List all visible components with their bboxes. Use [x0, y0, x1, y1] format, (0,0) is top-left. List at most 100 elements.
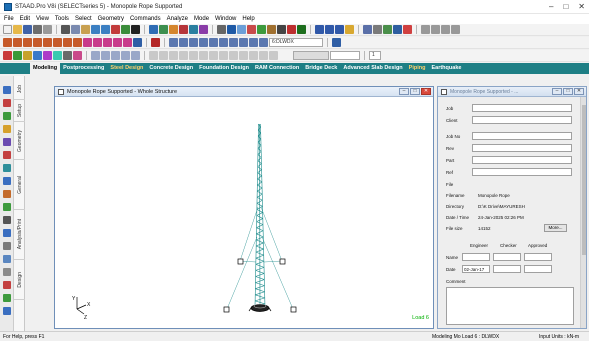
paste-icon[interactable] [81, 25, 90, 34]
magnify-icon[interactable] [159, 25, 168, 34]
beam-icon[interactable] [383, 25, 392, 34]
checker-date-field[interactable] [493, 265, 521, 273]
panel-minimize-button[interactable]: – [552, 88, 562, 95]
rotate-geometry-icon[interactable] [179, 51, 188, 60]
report-tool-icon[interactable] [2, 242, 11, 250]
table-icon[interactable] [227, 25, 236, 34]
tab-ram-connection[interactable]: RAM Connection [252, 63, 302, 74]
node-pick-icon[interactable] [83, 38, 92, 47]
rotate-icon[interactable] [199, 25, 208, 34]
rotate-down-icon[interactable] [53, 51, 62, 60]
tab-general[interactable]: General [14, 160, 25, 210]
copy-icon[interactable] [71, 25, 80, 34]
dynamic-zoom-icon[interactable] [179, 25, 188, 34]
add-plate-icon[interactable] [209, 51, 218, 60]
client-field[interactable] [472, 116, 572, 124]
rotate-left-icon[interactable] [63, 51, 72, 60]
panel-maximize-button[interactable]: □ [563, 88, 573, 95]
grid-icon[interactable] [237, 25, 246, 34]
plate-pick-icon[interactable] [103, 38, 112, 47]
panel-close-button[interactable]: ✕ [574, 88, 584, 95]
filter-icon[interactable] [393, 25, 402, 34]
view-from-y-icon[interactable] [13, 51, 22, 60]
print-icon[interactable] [33, 25, 42, 34]
view-tool-icon[interactable] [2, 307, 11, 315]
add-solid-tool-icon[interactable] [2, 125, 11, 133]
property-tool-icon[interactable] [2, 151, 11, 159]
tab-design[interactable]: Design [14, 260, 25, 300]
load-case-select[interactable]: 6:DLWDX [269, 38, 323, 47]
redo-icon[interactable] [101, 25, 110, 34]
rev-field[interactable] [472, 144, 572, 152]
load-tool-icon[interactable] [2, 177, 11, 185]
material-tool-icon[interactable] [2, 190, 11, 198]
ref-field[interactable] [472, 168, 572, 176]
translational-repeat-icon[interactable] [149, 51, 158, 60]
tab-piping[interactable]: Piping [406, 63, 429, 74]
tab-modeling[interactable]: Modeling [30, 63, 61, 74]
merge-icon[interactable] [229, 51, 238, 60]
tab-advanced-slab-design[interactable]: Advanced Slab Design [340, 63, 405, 74]
undo-icon[interactable] [91, 25, 100, 34]
view-back-icon[interactable] [121, 51, 130, 60]
cut-icon[interactable] [61, 25, 70, 34]
open-folder-icon[interactable] [13, 25, 22, 34]
spec-tool-icon[interactable] [2, 203, 11, 211]
solid-section-icon[interactable] [335, 25, 344, 34]
member-cursor-icon[interactable] [73, 38, 82, 47]
tab-geometry[interactable]: Geometry [14, 122, 25, 160]
zoom-all-icon[interactable] [229, 38, 238, 47]
node-icon[interactable] [373, 25, 382, 34]
menu-edit[interactable]: Edit [20, 16, 30, 22]
surfaces-cursor-icon[interactable] [43, 38, 52, 47]
circular-repeat-icon[interactable] [159, 51, 168, 60]
model-options-icon[interactable] [332, 38, 341, 47]
result-tool-icon[interactable] [2, 281, 11, 289]
menu-help[interactable]: Help [242, 16, 254, 22]
mirror-icon[interactable] [169, 51, 178, 60]
physical-members-cursor-icon[interactable] [63, 38, 72, 47]
view-maximize-button[interactable]: □ [410, 88, 420, 95]
comment-field[interactable] [446, 287, 574, 325]
table-tool-icon[interactable] [2, 255, 11, 263]
spin-right-icon[interactable] [101, 51, 110, 60]
dynamic-view-icon[interactable] [239, 38, 248, 47]
minimize-button[interactable]: – [549, 2, 553, 11]
menu-commands[interactable]: Commands [130, 16, 161, 22]
highlight-select-icon[interactable] [151, 38, 160, 47]
view-close-button[interactable]: ✕ [421, 88, 431, 95]
geometry-cursor-icon[interactable] [53, 38, 62, 47]
engineer-name-field[interactable] [462, 253, 490, 261]
open-view-icon[interactable] [217, 25, 226, 34]
zoom-out-icon[interactable] [179, 38, 188, 47]
scale-box[interactable] [293, 51, 329, 60]
design-tool-icon[interactable] [2, 229, 11, 237]
close-button[interactable]: ✕ [578, 2, 585, 11]
increment-box[interactable] [330, 51, 360, 60]
flag-icon[interactable] [403, 25, 412, 34]
menu-geometry[interactable]: Geometry [98, 16, 124, 22]
menu-file[interactable]: File [4, 16, 14, 22]
view-from-x-icon[interactable] [3, 51, 12, 60]
table-3-icon[interactable] [441, 25, 450, 34]
solid-pick-icon[interactable] [113, 38, 122, 47]
zoom-selection-icon[interactable] [209, 38, 218, 47]
display-whole-icon[interactable] [189, 25, 198, 34]
view-from-z-icon[interactable] [23, 51, 32, 60]
table-2-icon[interactable] [431, 25, 440, 34]
table-1-icon[interactable] [421, 25, 430, 34]
beams-cursor-icon[interactable] [13, 38, 22, 47]
tab-job[interactable]: Job [14, 80, 25, 100]
connect-beams-icon[interactable] [249, 51, 258, 60]
pointer-icon[interactable] [131, 25, 140, 34]
zoom-in-icon[interactable] [169, 38, 178, 47]
print-preview-icon[interactable] [43, 25, 52, 34]
save-icon[interactable] [23, 25, 32, 34]
tab-concrete-design[interactable]: Concrete Design [146, 63, 196, 74]
pan-icon[interactable] [169, 25, 178, 34]
tab-steel-design[interactable]: Steel Design [107, 63, 146, 74]
menu-tools[interactable]: Tools [55, 16, 69, 22]
grid-tool-icon[interactable] [2, 138, 11, 146]
menu-mode[interactable]: Mode [194, 16, 209, 22]
view-top-icon[interactable] [131, 51, 140, 60]
